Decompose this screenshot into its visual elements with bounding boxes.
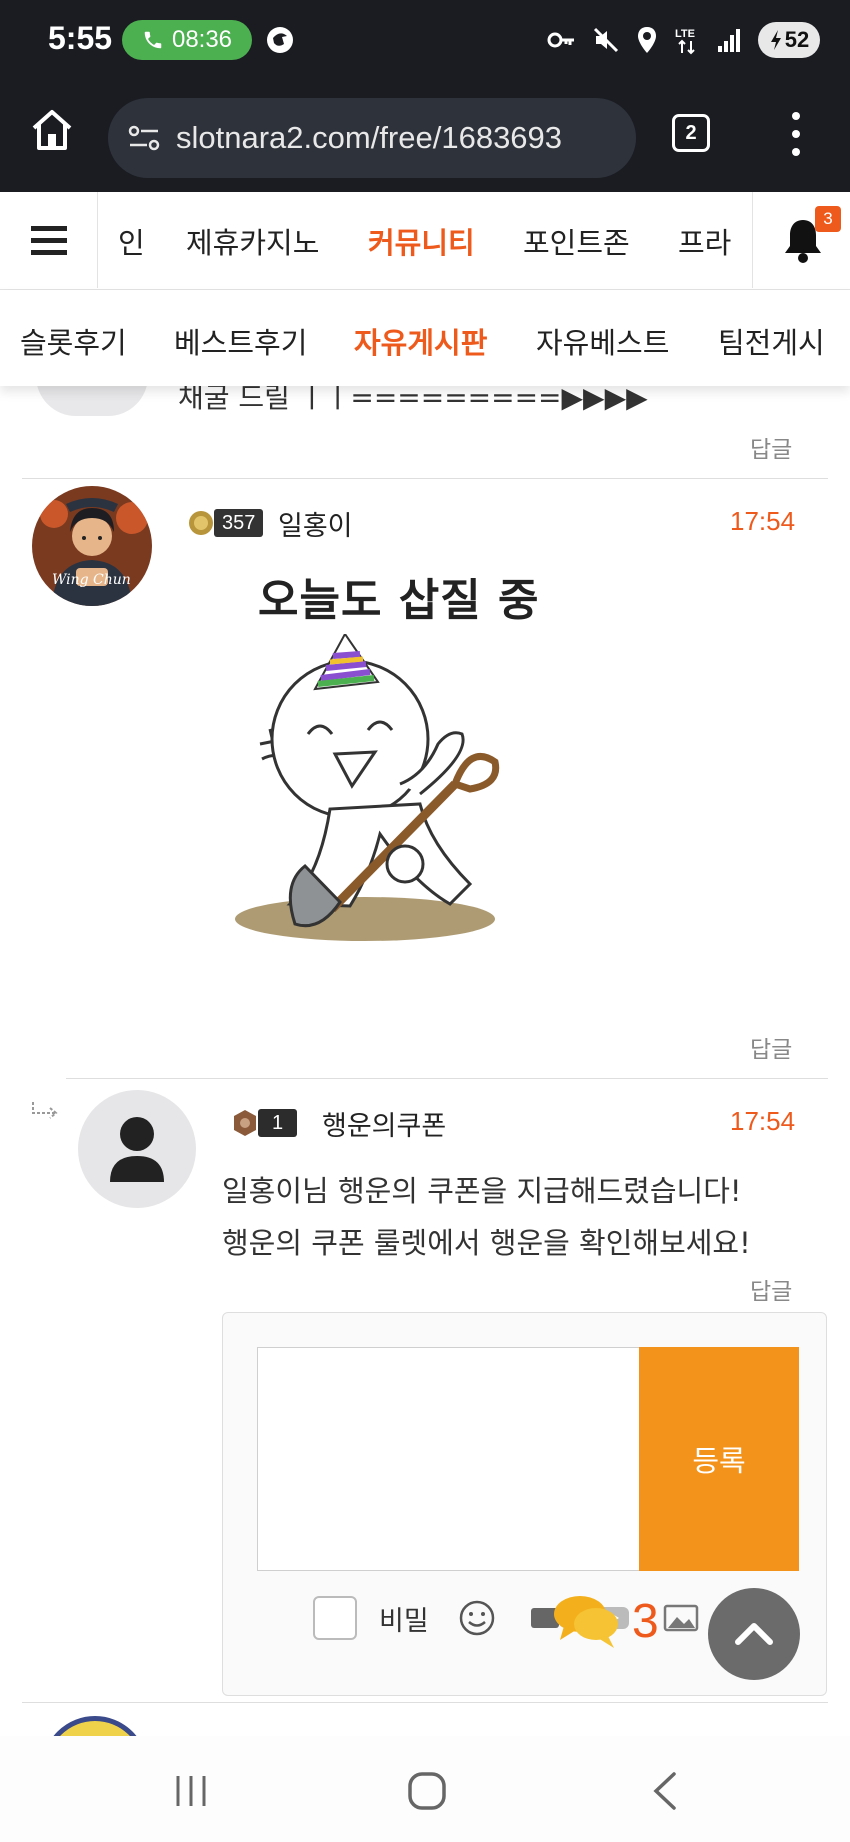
secret-checkbox[interactable] <box>313 1596 357 1640</box>
tab-slot-reviews[interactable]: 슬롯후기 <box>20 320 127 362</box>
browser-toolbar: slotnara2.com/free/1683693 2 <box>0 82 850 192</box>
battery-level: 52 <box>784 27 810 52</box>
level-badge: 1 <box>232 1106 298 1140</box>
level-number: 357 <box>214 509 264 537</box>
divider <box>22 1702 828 1703</box>
browser-menu-icon[interactable] <box>786 112 806 156</box>
nav-items: 인 제휴카지노 커뮤니티 포인트존 프라 <box>98 192 752 288</box>
notification-count: 3 <box>815 206 841 232</box>
divider <box>22 478 828 479</box>
divider <box>66 1078 828 1079</box>
vpn-key-icon <box>547 32 574 48</box>
screen: 5:55 08:36 LTE 52 slotnara2.com/free/168… <box>0 0 850 1842</box>
app-notification-icon <box>267 27 293 53</box>
nav-item-login[interactable]: 인 <box>118 220 145 262</box>
back-icon[interactable] <box>642 1766 692 1816</box>
chat-button[interactable]: 3 <box>550 1586 678 1656</box>
reply-link[interactable]: 답글 <box>750 430 792 464</box>
comment-text: 일홍이님 행운의 쿠폰을 지급해드렸습니다! <box>222 1174 742 1208</box>
chevron-up-icon <box>735 1623 773 1645</box>
reply-textarea[interactable] <box>257 1347 639 1571</box>
tab-free-best[interactable]: 자유베스트 <box>536 320 669 362</box>
avatar <box>36 386 148 416</box>
status-time: 5:55 <box>48 20 113 56</box>
emoji-icon[interactable] <box>457 1598 497 1638</box>
tab-team-board[interactable]: 팀전게시 <box>718 320 825 362</box>
location-icon <box>638 27 656 53</box>
call-chip[interactable]: 08:36 <box>122 20 252 60</box>
sticker-image: 오늘도 삽질 중 <box>200 564 620 1004</box>
sticker-caption: 오늘도 삽질 중 <box>258 575 540 626</box>
url-text: slotnara2.com/free/1683693 <box>176 120 563 155</box>
reply-link[interactable]: 답글 <box>750 1030 792 1064</box>
level-number: 1 <box>258 1109 298 1137</box>
comment-time: 17:54 <box>730 506 796 536</box>
secret-label: 비밀 <box>379 1605 429 1637</box>
system-nav-bar <box>0 1736 850 1842</box>
lte-icon: LTE <box>675 28 695 55</box>
notification-button[interactable]: 3 <box>752 192 850 288</box>
comment-list: 채굴 드릴 ㅣㅣ=========▶▶▶▶ 답글 Wing Chun 357 일… <box>0 386 850 1736</box>
call-timer: 08:36 <box>171 26 233 53</box>
home-icon[interactable] <box>28 106 76 154</box>
avatar-label: Wing Chun <box>52 572 131 588</box>
avatar <box>42 1716 148 1736</box>
author-name[interactable]: 행운의쿠폰 <box>322 1104 446 1143</box>
wing-chun-avatar-image <box>32 486 152 606</box>
chat-bubbles-icon <box>554 1596 618 1648</box>
tab-switcher-button[interactable]: 2 <box>672 114 710 152</box>
board-subnav: 슬롯후기 베스트후기 자유게시판 자유베스트 팀전게시 <box>0 290 850 386</box>
hamburger-menu-icon[interactable] <box>0 192 98 288</box>
nav-item-partner-casino[interactable]: 제휴카지노 <box>186 220 319 262</box>
site-nav: 인 제휴카지노 커뮤니티 포인트존 프라 3 <box>0 192 850 290</box>
battery-indicator: 52 <box>758 22 820 58</box>
charging-icon <box>770 30 781 50</box>
nav-item-point-zone[interactable]: 포인트존 <box>523 220 630 262</box>
chat-count: 3 <box>632 1594 659 1648</box>
scroll-top-button[interactable] <box>708 1588 800 1680</box>
status-icons: LTE 52 <box>546 22 820 58</box>
level-emblem-icon <box>189 511 213 535</box>
reply-arrow-icon <box>32 1102 58 1119</box>
reply-link[interactable]: 답글 <box>750 1272 792 1306</box>
submit-button[interactable]: 등록 <box>639 1347 799 1571</box>
site-settings-icon[interactable] <box>124 118 164 158</box>
comment-time: 17:54 <box>730 1106 796 1136</box>
home-nav-icon[interactable] <box>402 1766 452 1816</box>
nav-item-community[interactable]: 커뮤니티 <box>368 220 475 262</box>
digging-character-illustration <box>235 634 500 941</box>
avatar[interactable] <box>78 1090 196 1208</box>
tab-free-board[interactable]: 자유게시판 <box>354 320 487 362</box>
mute-icon <box>593 27 619 53</box>
recent-apps-icon[interactable] <box>166 1766 216 1816</box>
status-bar: 5:55 08:36 LTE 52 <box>0 0 850 82</box>
user-silhouette-icon <box>110 1117 164 1182</box>
comment-text: 행운의 쿠폰 룰렛에서 행운을 확인해보세요! <box>222 1226 751 1260</box>
level-emblem-icon <box>234 1110 256 1136</box>
level-badge: 357 <box>188 506 264 540</box>
phone-icon <box>144 31 162 49</box>
tab-best-reviews[interactable]: 베스트후기 <box>174 320 307 362</box>
svg-text:LTE: LTE <box>675 28 695 40</box>
address-bar[interactable]: slotnara2.com/free/1683693 <box>108 98 636 178</box>
signal-icon <box>718 29 740 52</box>
nav-item-more[interactable]: 프라 <box>678 220 731 262</box>
comment-text: 채굴 드릴 ㅣㅣ=========▶▶▶▶ <box>178 386 648 414</box>
avatar[interactable]: Wing Chun <box>32 486 152 606</box>
author-name[interactable]: 일홍이 <box>278 504 353 543</box>
